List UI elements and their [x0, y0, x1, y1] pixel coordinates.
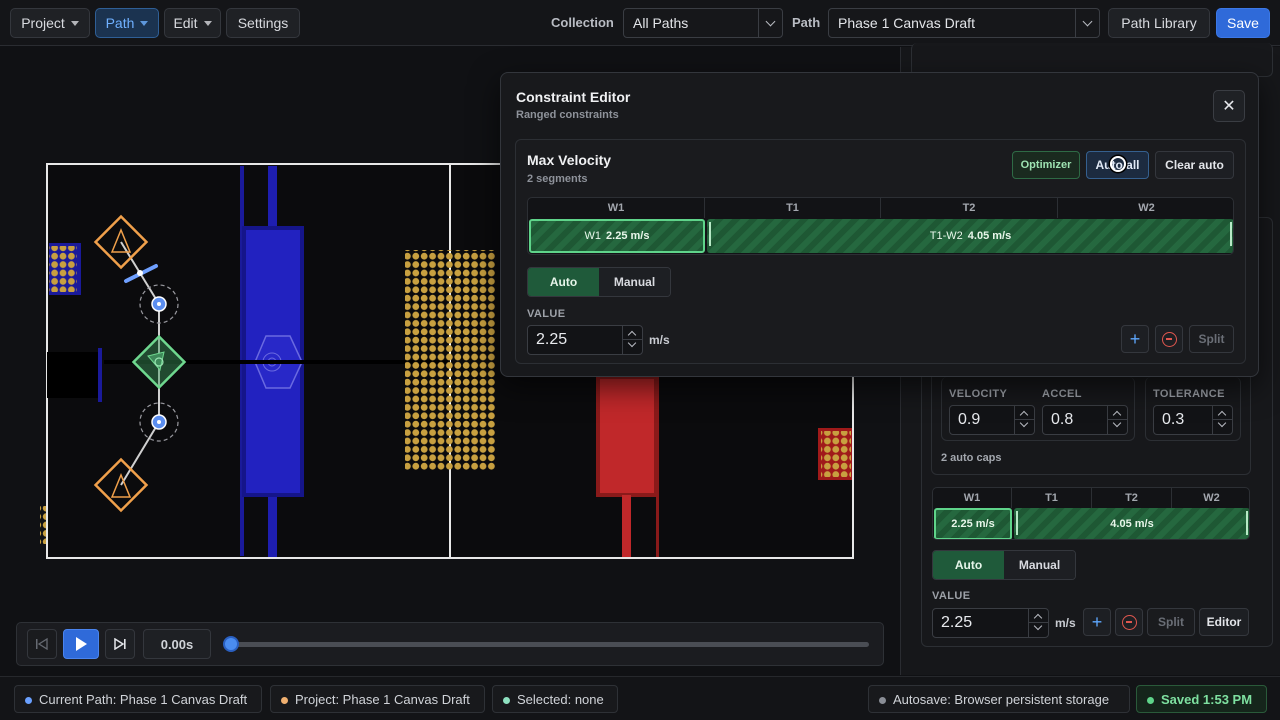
- accel-input[interactable]: 0.8: [1042, 405, 1128, 435]
- dialog-segment-bar[interactable]: W1 T1 T2 W2 W1 2.25 m/s T1-W2 4.05 m/s: [527, 197, 1234, 255]
- dialog-value-stepper[interactable]: [622, 326, 643, 354]
- panel-unit: m/s: [1055, 616, 1076, 630]
- saved-status-badge: Saved 1:53 PM: [1136, 685, 1267, 713]
- dialog-segment-t1-w2[interactable]: T1-W2 4.05 m/s: [707, 219, 1233, 253]
- dialog-remove-button[interactable]: [1155, 325, 1183, 353]
- accel-label: ACCEL: [1042, 388, 1082, 400]
- status-bar: Current Path: Phase 1 Canvas Draft Proje…: [0, 676, 1280, 720]
- segment-count: 2 segments: [527, 173, 588, 185]
- dialog-title: Constraint Editor: [516, 89, 631, 105]
- dialog-subtitle: Ranged constraints: [516, 109, 619, 121]
- panel-segment-w1[interactable]: 2.25 m/s: [934, 508, 1012, 539]
- timeline-thumb[interactable]: [223, 636, 239, 652]
- close-button[interactable]: ✕: [1213, 90, 1245, 122]
- panel-split-button[interactable]: Split: [1147, 608, 1195, 636]
- minus-circle-icon: [1121, 614, 1137, 630]
- dialog-unit: m/s: [649, 333, 670, 347]
- auto-all-button[interactable]: Auto all: [1086, 151, 1149, 179]
- skip-back-icon: [36, 638, 48, 650]
- panel-editor-button[interactable]: Editor: [1199, 608, 1249, 636]
- constraint-row-max-velocity: Max Velocity 2 segments Optimizer Auto a…: [515, 139, 1246, 364]
- panel-mode-toggle: Auto Manual: [932, 550, 1076, 580]
- play-icon: [76, 637, 87, 651]
- velocity-input[interactable]: 0.9: [949, 405, 1035, 435]
- timeline-track[interactable]: [231, 642, 869, 647]
- constraint-editor-dialog: Constraint Editor Ranged constraints ✕ M…: [500, 72, 1259, 377]
- dialog-value-input[interactable]: 2.25: [527, 325, 643, 355]
- clear-auto-button[interactable]: Clear auto: [1155, 151, 1234, 179]
- cursor-indicator: [1110, 156, 1126, 172]
- accel-stepper[interactable]: [1107, 406, 1128, 434]
- chevron-down-icon: [1082, 16, 1093, 26]
- panel-value-stepper[interactable]: [1028, 609, 1049, 637]
- dialog-mode-manual[interactable]: Manual: [599, 268, 670, 296]
- tolerance-stepper[interactable]: [1212, 406, 1233, 434]
- skip-back-button[interactable]: [27, 629, 57, 659]
- close-icon: ✕: [1222, 98, 1236, 115]
- panel-segment-bar[interactable]: W1 T1 T2 W2 2.25 m/s 4.05 m/s: [932, 487, 1250, 540]
- skip-forward-button[interactable]: [105, 629, 135, 659]
- skip-forward-icon: [114, 638, 126, 650]
- velocity-stepper[interactable]: [1014, 406, 1035, 434]
- dialog-value-label: VALUE: [527, 308, 566, 320]
- blue-ball-depot: [49, 246, 77, 292]
- selection-status: Selected: none: [492, 685, 618, 713]
- panel-value-input[interactable]: 2.25: [932, 608, 1049, 638]
- velocity-label: VELOCITY: [949, 388, 1008, 400]
- dialog-segment-w1[interactable]: W1 2.25 m/s: [529, 219, 705, 253]
- tolerance-input[interactable]: 0.3: [1153, 405, 1233, 435]
- autosave-status: Autosave: Browser persistent storage: [868, 685, 1130, 713]
- panel-mode-manual[interactable]: Manual: [1004, 551, 1075, 579]
- play-button[interactable]: [63, 629, 99, 659]
- save-button[interactable]: Save: [1216, 8, 1270, 38]
- red-hub: [596, 375, 658, 497]
- blue-post-top: [268, 166, 277, 228]
- panel-remove-button[interactable]: [1115, 608, 1143, 636]
- minus-circle-icon: [1161, 331, 1177, 347]
- dialog-mode-auto[interactable]: Auto: [528, 268, 599, 296]
- dialog-mode-toggle: Auto Manual: [527, 267, 671, 297]
- panel-value-label: VALUE: [932, 590, 971, 602]
- playback-bar: 0.00s: [16, 622, 884, 666]
- center-ball-field: [405, 250, 495, 470]
- dialog-add-button[interactable]: +: [1121, 325, 1149, 353]
- panel-segment-t1-w2[interactable]: 4.05 m/s: [1014, 508, 1249, 539]
- current-path-status: Current Path: Phase 1 Canvas Draft: [14, 685, 262, 713]
- panel-mode-auto[interactable]: Auto: [933, 551, 1004, 579]
- optimizer-button[interactable]: Optimizer: [1012, 151, 1080, 179]
- time-readout: 0.00s: [143, 629, 211, 659]
- blue-tower: [47, 352, 99, 398]
- blue-post-bottom: [268, 495, 277, 557]
- red-ball-depot: [821, 431, 851, 477]
- path-library-button[interactable]: Path Library: [1108, 8, 1210, 38]
- project-status: Project: Phase 1 Canvas Draft: [270, 685, 485, 713]
- panel-add-button[interactable]: +: [1083, 608, 1111, 636]
- constraint-name: Max Velocity: [527, 152, 612, 168]
- auto-caps-count: 2 auto caps: [941, 452, 1002, 464]
- tolerance-label: TOLERANCE: [1153, 388, 1225, 400]
- dialog-split-button[interactable]: Split: [1189, 325, 1234, 353]
